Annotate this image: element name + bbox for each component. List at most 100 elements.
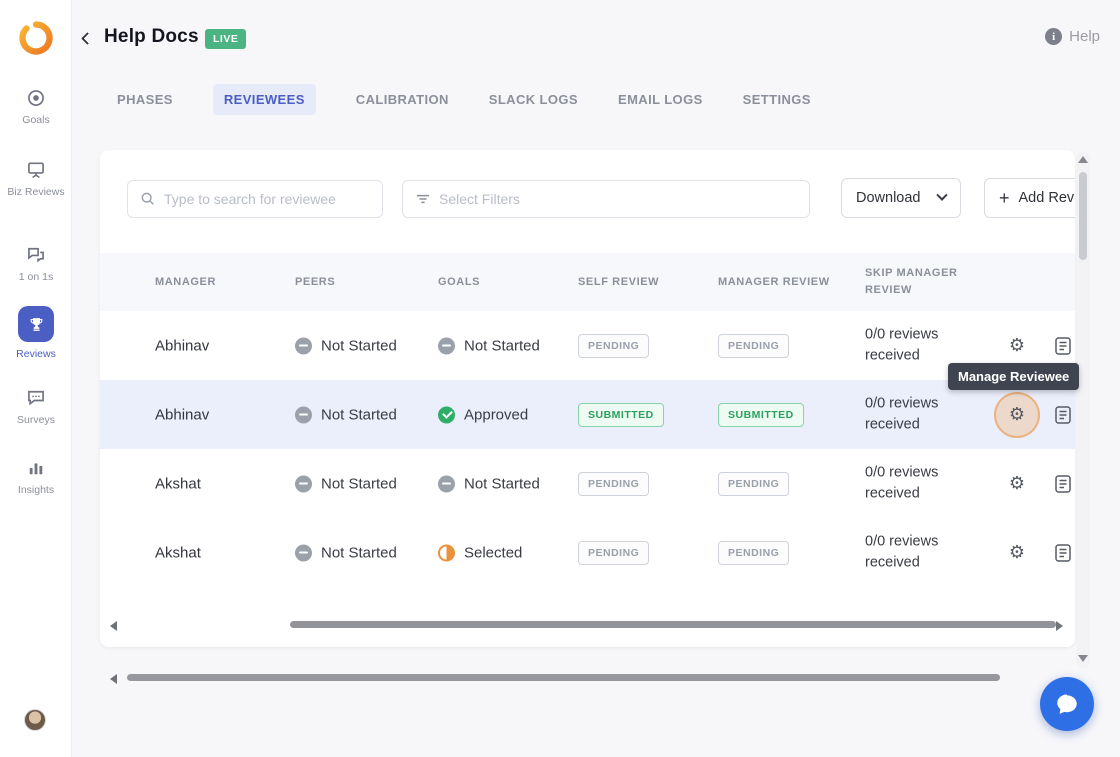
status-badge: PENDING: [718, 540, 790, 565]
goals-status: Not Started: [438, 337, 540, 354]
search-input[interactable]: [128, 181, 382, 217]
filter-input[interactable]: [403, 181, 809, 217]
review-log-button[interactable]: [1049, 539, 1075, 567]
document-icon: [1055, 336, 1071, 355]
sidebar-item-biz-reviews[interactable]: Biz Reviews: [0, 160, 72, 199]
peers-status: Not Started: [295, 337, 397, 354]
gear-icon: [1009, 542, 1025, 563]
not-started-icon: [295, 406, 312, 423]
tooltip: Manage Reviewee: [948, 363, 1080, 390]
manager-review-status: PENDING: [718, 540, 790, 565]
add-reviewee-button[interactable]: + Add Rev: [984, 178, 1075, 218]
chevron-left-icon: [80, 31, 94, 45]
back-button[interactable]: [76, 27, 98, 49]
column-header-self-review: SELF REVIEW: [578, 276, 660, 288]
scroll-left-arrow[interactable]: [110, 674, 117, 684]
skip-manager-review-value: 0/0 reviews received: [865, 325, 939, 364]
help-button[interactable]: i Help: [1045, 28, 1100, 45]
goals-status: Not Started: [438, 475, 540, 492]
chat-launcher-button[interactable]: [1040, 677, 1094, 731]
user-avatar[interactable]: [24, 709, 46, 731]
goals-status: Approved: [438, 406, 528, 423]
review-log-button[interactable]: [1049, 470, 1075, 498]
status-badge: PENDING: [578, 333, 650, 358]
sidebar-item-1on1s[interactable]: 1 on 1s: [0, 245, 72, 284]
goals-status-label: Not Started: [464, 475, 540, 492]
logo-swirl-icon: [19, 21, 53, 55]
manager-review-status: PENDING: [718, 471, 790, 496]
help-label: Help: [1069, 28, 1100, 45]
document-icon: [1055, 474, 1071, 493]
status-badge: PENDING: [578, 471, 650, 496]
manager-name: Abhinav: [155, 337, 210, 354]
tab-calibration[interactable]: CALIBRATION: [356, 84, 449, 115]
plus-icon: +: [999, 188, 1010, 208]
tab-slack-logs[interactable]: SLACK LOGS: [489, 84, 578, 115]
self-review-status: PENDING: [578, 540, 650, 565]
horizontal-scrollbar-thumb[interactable]: [127, 674, 1000, 681]
review-log-button[interactable]: [1049, 401, 1075, 429]
sidebar-item-goals[interactable]: Goals: [0, 88, 72, 127]
manager-name: Abhinav: [155, 406, 210, 423]
horizontal-scrollbar-thumb[interactable]: [290, 621, 1056, 628]
goals-status: Selected: [438, 544, 522, 561]
sidebar-item-insights[interactable]: Insights: [0, 458, 72, 497]
sidebar-item-surveys[interactable]: Surveys: [0, 388, 72, 427]
info-icon: i: [1045, 28, 1063, 45]
filter-icon: [416, 194, 430, 204]
tab-reviewees[interactable]: REVIEWEES: [212, 84, 316, 115]
table-row: Akshat Not Started Not Started PENDING P…: [100, 449, 1075, 518]
not-started-icon: [438, 475, 455, 492]
download-button[interactable]: Download: [841, 178, 961, 218]
sidebar-item-label: Goals: [22, 114, 50, 126]
manage-reviewee-button[interactable]: [1003, 332, 1031, 360]
scroll-left-arrow[interactable]: [110, 621, 117, 631]
skip-manager-review-value: 0/0 reviews received: [865, 463, 939, 502]
download-label: Download: [856, 190, 921, 206]
tab-email-logs[interactable]: EMAIL LOGS: [618, 84, 703, 115]
tab-settings[interactable]: SETTINGS: [743, 84, 811, 115]
peers-status: Not Started: [295, 406, 397, 423]
document-icon: [1055, 405, 1071, 424]
sidebar-item-label: Surveys: [17, 414, 55, 426]
search-icon: [141, 192, 154, 205]
app-logo[interactable]: [18, 20, 54, 56]
status-badge: SUBMITTED: [578, 402, 664, 427]
table-row: Akshat Not Started Selected PENDING PEND…: [100, 518, 1075, 587]
reviews-active-tile: [18, 306, 54, 342]
reviewees-panel: Download + Add Rev MANAGER PEERS GOALS S…: [100, 150, 1075, 647]
selected-half-icon: [438, 544, 455, 561]
peers-status: Not Started: [295, 475, 397, 492]
manager-review-status: SUBMITTED: [718, 402, 804, 427]
scroll-up-arrow[interactable]: [1078, 156, 1088, 163]
table-row: Abhinav Not Started Not Started PENDING …: [100, 311, 1075, 380]
self-review-status: SUBMITTED: [578, 402, 664, 427]
goals-status-label: Approved: [464, 406, 529, 423]
column-header-skip-manager-review: SKIP MANAGER REVIEW: [865, 266, 958, 296]
not-started-icon: [295, 475, 312, 492]
not-started-icon: [295, 337, 312, 354]
column-header-manager-review: MANAGER REVIEW: [718, 276, 830, 288]
peers-status-label: Not Started: [321, 337, 397, 354]
bar-chart-icon: [29, 463, 43, 475]
sidebar-item-reviews[interactable]: Reviews: [0, 306, 72, 361]
peers-status: Not Started: [295, 544, 397, 561]
tab-phases[interactable]: PHASES: [117, 84, 173, 115]
self-review-status: PENDING: [578, 333, 650, 358]
page-title: Help Docs: [104, 26, 199, 47]
column-header-manager: MANAGER: [155, 276, 217, 288]
status-badge: PENDING: [718, 333, 790, 358]
manage-reviewee-button[interactable]: [1003, 401, 1031, 429]
chevron-down-icon: [936, 189, 948, 201]
vertical-scrollbar-thumb[interactable]: [1079, 172, 1087, 260]
manage-reviewee-button[interactable]: [1003, 539, 1031, 567]
review-log-button[interactable]: [1049, 332, 1075, 360]
scroll-down-arrow[interactable]: [1078, 655, 1088, 662]
target-icon: [28, 90, 44, 106]
scroll-right-arrow[interactable]: [1056, 621, 1063, 631]
add-reviewee-label: Add Rev: [1018, 190, 1075, 206]
survey-bubble-icon: [28, 390, 44, 406]
manage-reviewee-button[interactable]: [1003, 470, 1031, 498]
column-header-peers: PEERS: [295, 276, 336, 288]
filter-field-wrap: [402, 180, 810, 218]
